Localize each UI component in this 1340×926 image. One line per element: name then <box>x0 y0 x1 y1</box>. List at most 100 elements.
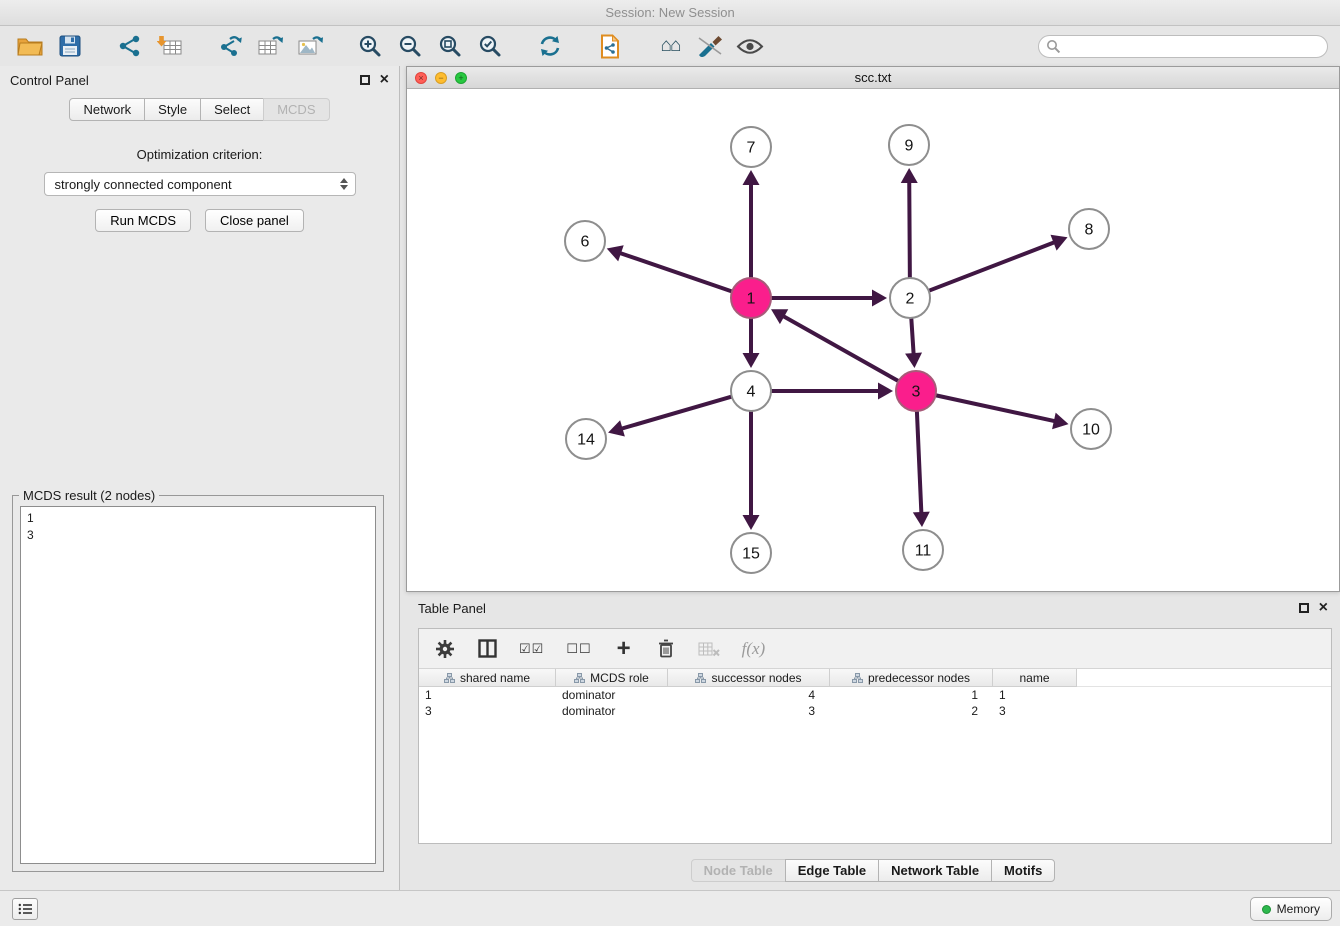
graph-node-4[interactable]: 4 <box>731 371 771 411</box>
cell-shared-name[interactable]: 1 <box>419 687 556 703</box>
tab-edge-table[interactable]: Edge Table <box>785 859 879 882</box>
graph-edge-1-6[interactable] <box>621 253 732 291</box>
deselect-all-button[interactable]: ☐☐ <box>566 641 591 657</box>
import-network-button[interactable] <box>112 30 148 62</box>
table-header-row: shared name MCDS role successor nodes pr… <box>419 669 1331 687</box>
search-input[interactable] <box>1038 35 1328 58</box>
document-share-icon <box>599 34 621 59</box>
sort-icon <box>574 673 585 683</box>
tab-node-table[interactable]: Node Table <box>691 859 786 882</box>
column-header-successor-nodes[interactable]: successor nodes <box>668 669 830 687</box>
show-columns-button[interactable] <box>477 639 497 658</box>
cell-predecessor-nodes[interactable]: 2 <box>830 703 993 719</box>
float-table-panel-button[interactable] <box>1299 603 1309 613</box>
control-panel-tabs: Network Style Select MCDS <box>0 98 399 121</box>
float-panel-button[interactable] <box>360 75 370 85</box>
memory-status-icon <box>1262 905 1271 914</box>
graph-edge-2-8[interactable] <box>929 243 1054 291</box>
column-header-predecessor-nodes[interactable]: predecessor nodes <box>830 669 993 687</box>
column-label: MCDS role <box>590 671 649 685</box>
graph-edge-3-10[interactable] <box>936 395 1054 421</box>
sort-icon <box>695 673 706 683</box>
graph-node-11[interactable]: 11 <box>903 530 943 570</box>
network-window-titlebar[interactable]: × − + scc.txt <box>407 67 1339 89</box>
graph-node-10[interactable]: 10 <box>1071 409 1111 449</box>
export-table-button[interactable] <box>252 30 288 62</box>
graph-node-3[interactable]: 3 <box>896 371 936 411</box>
export-network-icon <box>217 34 243 58</box>
graph-edge-2-3[interactable] <box>911 318 913 353</box>
graph-node-9[interactable]: 9 <box>889 125 929 165</box>
maximize-window-button[interactable]: + <box>455 72 467 84</box>
close-panel-icon-button[interactable]: × <box>380 75 389 85</box>
graph-node-2[interactable]: 2 <box>890 278 930 318</box>
list-icon <box>18 903 33 915</box>
graph-edge-arrow <box>1052 413 1068 430</box>
graph-edge-3-11[interactable] <box>917 411 921 512</box>
export-image-button[interactable] <box>292 30 328 62</box>
mcds-result-list[interactable]: 1 3 <box>20 506 376 864</box>
zoom-selected-button[interactable] <box>472 30 508 62</box>
paint-button[interactable] <box>692 30 728 62</box>
graph-node-6[interactable]: 6 <box>565 221 605 261</box>
graph-node-14[interactable]: 14 <box>566 419 606 459</box>
cell-name[interactable]: 1 <box>993 687 1077 703</box>
close-table-panel-button[interactable]: × <box>1319 603 1328 613</box>
graph-node-label: 3 <box>912 384 921 401</box>
table-row[interactable]: 1 dominator 4 1 1 <box>419 687 1331 703</box>
zoom-out-icon <box>398 34 422 58</box>
cell-mcds-role[interactable]: dominator <box>556 703 668 719</box>
show-hide-button[interactable] <box>732 30 768 62</box>
task-history-button[interactable] <box>12 898 38 920</box>
zoom-fit-button[interactable] <box>432 30 468 62</box>
cell-mcds-role[interactable]: dominator <box>556 687 668 703</box>
tab-motifs[interactable]: Motifs <box>991 859 1055 882</box>
cell-successor-nodes[interactable]: 4 <box>668 687 830 703</box>
column-header-mcds-role[interactable]: MCDS role <box>556 669 668 687</box>
cell-name[interactable]: 3 <box>993 703 1077 719</box>
graph-node-label: 2 <box>906 291 915 308</box>
gear-icon <box>435 639 455 659</box>
tab-style[interactable]: Style <box>144 98 201 121</box>
import-table-button[interactable] <box>152 30 188 62</box>
minimize-window-button[interactable]: − <box>435 72 447 84</box>
table-settings-button[interactable] <box>435 639 455 659</box>
close-window-button[interactable]: × <box>415 72 427 84</box>
graph-node-15[interactable]: 15 <box>731 533 771 573</box>
graph-node-8[interactable]: 8 <box>1069 209 1109 249</box>
tab-mcds[interactable]: MCDS <box>263 98 329 121</box>
graph-edge-4-14[interactable] <box>622 397 731 429</box>
column-header-name[interactable]: name <box>993 669 1077 687</box>
select-all-button[interactable]: ☑☑ <box>519 641 544 657</box>
export-document-button[interactable] <box>592 30 628 62</box>
tab-network[interactable]: Network <box>69 98 145 121</box>
neighbors-button[interactable]: ⌂⌂ <box>652 30 688 62</box>
close-panel-button[interactable]: Close panel <box>205 209 304 232</box>
network-canvas[interactable]: 7 9 6 8 1 2 4 3 14 10 15 11 <box>407 89 1339 591</box>
cell-successor-nodes[interactable]: 3 <box>668 703 830 719</box>
cell-shared-name[interactable]: 3 <box>419 703 556 719</box>
apply-layout-button[interactable] <box>532 30 568 62</box>
delete-table-button[interactable] <box>698 641 720 657</box>
tab-network-table[interactable]: Network Table <box>878 859 992 882</box>
open-session-button[interactable] <box>12 30 48 62</box>
column-header-shared-name[interactable]: shared name <box>419 669 556 687</box>
run-mcds-button[interactable]: Run MCDS <box>95 209 191 232</box>
search-box <box>1038 35 1328 58</box>
tab-select[interactable]: Select <box>200 98 264 121</box>
criterion-dropdown[interactable]: strongly connected component <box>44 172 356 196</box>
save-session-button[interactable] <box>52 30 88 62</box>
export-network-button[interactable] <box>212 30 248 62</box>
graph-edge-3-1[interactable] <box>784 317 898 382</box>
add-row-button[interactable]: + <box>614 639 634 659</box>
graph-node-1[interactable]: 1 <box>731 278 771 318</box>
table-row[interactable]: 3 dominator 3 2 3 <box>419 703 1331 719</box>
zoom-out-button[interactable] <box>392 30 428 62</box>
delete-row-button[interactable] <box>656 639 676 658</box>
cell-predecessor-nodes[interactable]: 1 <box>830 687 993 703</box>
function-builder-button[interactable]: f(x) <box>742 639 766 659</box>
graph-edge-2-9[interactable] <box>909 183 910 278</box>
graph-node-7[interactable]: 7 <box>731 127 771 167</box>
memory-button[interactable]: Memory <box>1250 897 1332 921</box>
zoom-in-button[interactable] <box>352 30 388 62</box>
